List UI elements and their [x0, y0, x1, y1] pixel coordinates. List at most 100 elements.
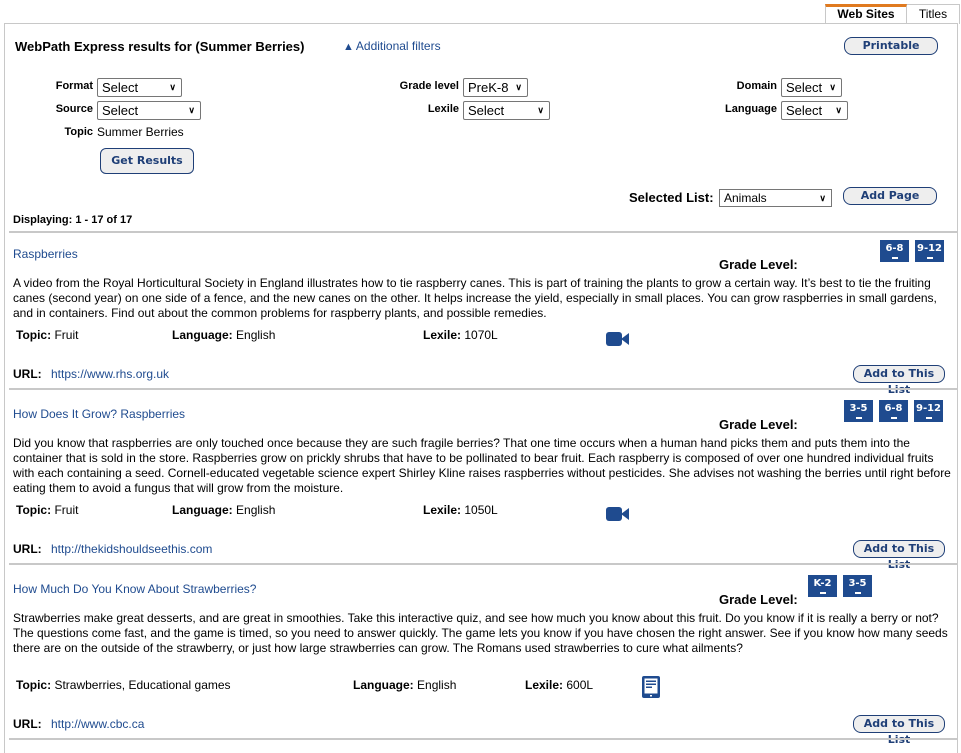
grade-badges: K-2 3-5 [808, 575, 872, 597]
language-value: English [236, 328, 276, 342]
lexile-select[interactable]: Select ∨ [463, 101, 550, 120]
result-language: Language: English [172, 503, 275, 517]
format-select-value: Select [102, 80, 139, 95]
tab-titles[interactable]: Titles [907, 4, 960, 24]
domain-select[interactable]: Select ∨ [781, 78, 842, 97]
language-value: English [236, 503, 276, 517]
selected-list-value: Animals [724, 191, 767, 205]
language-key: Language: [172, 503, 233, 517]
displaying-count: Displaying: 1 - 17 of 17 [13, 214, 133, 226]
result-language: Language: English [353, 678, 456, 692]
grade-level-label: Grade Level: [719, 592, 798, 607]
add-page-button[interactable]: Add Page [843, 187, 937, 205]
url-label: URL: [13, 367, 42, 381]
result-lexile: Lexile: 600L [525, 678, 593, 692]
topic-value: Strawberries, Educational games [54, 678, 231, 692]
format-select[interactable]: Select ∨ [97, 78, 182, 97]
topic-key: Topic: [16, 678, 52, 692]
grade-level-label: Grade level [399, 80, 459, 92]
grade-level-label: Grade Level: [719, 257, 798, 272]
additional-filters-link[interactable]: ▲ Additional filters [343, 39, 441, 53]
result-title-link[interactable]: How Does It Grow? Raspberries [13, 407, 185, 421]
add-to-list-button[interactable]: Add to This List [853, 715, 945, 746]
result-lexile: Lexile: 1070L [423, 328, 498, 342]
result-description: Did you know that raspberries are only t… [13, 436, 951, 495]
language-key: Language: [172, 328, 233, 342]
language-key: Language: [353, 678, 414, 692]
topic-key: Topic: [16, 328, 52, 342]
grade-badge[interactable]: 3-5 [843, 575, 872, 597]
triangle-up-icon: ▲ [343, 41, 354, 53]
grade-badge[interactable]: 3-5 [844, 400, 873, 422]
grade-badge[interactable]: 6-8 [879, 400, 908, 422]
url-label: URL: [13, 717, 42, 731]
results-panel: WebPath Express results for (Summer Berr… [4, 23, 958, 753]
result-topic: Topic: Strawberries, Educational games [16, 678, 231, 692]
grade-badge[interactable]: K-2 [808, 575, 837, 597]
result-lexile: Lexile: 1050L [423, 503, 498, 517]
divider [9, 738, 957, 740]
video-camera-icon [606, 507, 629, 521]
get-results-button[interactable]: Get Results [100, 148, 194, 174]
result-url-link[interactable]: http://www.cbc.ca [51, 717, 144, 731]
lexile-value: 600L [566, 678, 594, 692]
lexile-value: 1050L [464, 503, 498, 517]
result-type-tabs: Web Sites Titles [825, 4, 960, 24]
domain-select-value: Select [786, 80, 823, 95]
lexile-select-value: Select [468, 103, 505, 118]
topic-label: Topic [64, 126, 93, 138]
divider [9, 563, 957, 565]
result-url-link[interactable]: https://www.rhs.org.uk [51, 367, 169, 381]
selected-list-select[interactable]: Animals ∨ [719, 189, 832, 207]
grade-badge[interactable]: 9-12 [914, 400, 943, 422]
grade-badge[interactable]: 9-12 [915, 240, 944, 262]
language-value: English [417, 678, 457, 692]
topic-value: Fruit [54, 503, 79, 517]
add-to-list-button[interactable]: Add to This List [853, 365, 945, 396]
result-topic: Topic: Fruit [16, 503, 78, 517]
result-language: Language: English [172, 328, 275, 342]
tab-web-sites[interactable]: Web Sites [825, 4, 907, 24]
result-title-link[interactable]: How Much Do You Know About Strawberries? [13, 582, 256, 596]
result-topic: Topic: Fruit [16, 328, 78, 342]
source-label: Source [55, 103, 93, 115]
chevron-down-icon: ∨ [835, 105, 842, 115]
topic-value: Fruit [54, 328, 79, 342]
grade-level-select-value: PreK-8 [468, 80, 509, 95]
divider [9, 231, 957, 233]
lexile-key: Lexile: [423, 328, 462, 342]
lexile-key: Lexile: [525, 678, 564, 692]
result-description: Strawberries make great desserts, and ar… [13, 611, 948, 655]
selected-list-label: Selected List: [629, 190, 714, 205]
printable-button[interactable]: Printable [844, 37, 938, 55]
source-select-value: Select [102, 103, 139, 118]
result-description: A video from the Royal Horticultural Soc… [13, 276, 937, 320]
domain-label: Domain [736, 80, 777, 92]
grade-badges: 6-8 9-12 [880, 240, 944, 262]
chevron-down-icon: ∨ [829, 82, 836, 92]
chevron-down-icon: ∨ [515, 82, 522, 92]
video-camera-icon [606, 332, 629, 346]
result-url-link[interactable]: http://thekidshouldseethis.com [51, 542, 212, 556]
language-select[interactable]: Select ∨ [781, 101, 848, 120]
topic-key: Topic: [16, 503, 52, 517]
chevron-down-icon: ∨ [819, 193, 826, 203]
grade-badges: 3-5 6-8 9-12 [844, 400, 943, 422]
source-select[interactable]: Select ∨ [97, 101, 201, 120]
chevron-down-icon: ∨ [169, 82, 176, 92]
chevron-down-icon: ∨ [188, 105, 195, 115]
add-to-list-button[interactable]: Add to This List [853, 540, 945, 571]
additional-filters-label: Additional filters [355, 39, 441, 53]
grade-level-label: Grade Level: [719, 417, 798, 432]
grade-level-select[interactable]: PreK-8 ∨ [463, 78, 528, 97]
tablet-icon [642, 676, 660, 698]
result-title-link[interactable]: Raspberries [13, 247, 78, 261]
lexile-label: Lexile [427, 103, 459, 115]
chevron-down-icon: ∨ [537, 105, 544, 115]
divider [9, 388, 957, 390]
format-label: Format [55, 80, 93, 92]
lexile-key: Lexile: [423, 503, 462, 517]
page-title: WebPath Express results for (Summer Berr… [15, 39, 305, 54]
grade-badge[interactable]: 6-8 [880, 240, 909, 262]
topic-value: Summer Berries [97, 125, 184, 139]
